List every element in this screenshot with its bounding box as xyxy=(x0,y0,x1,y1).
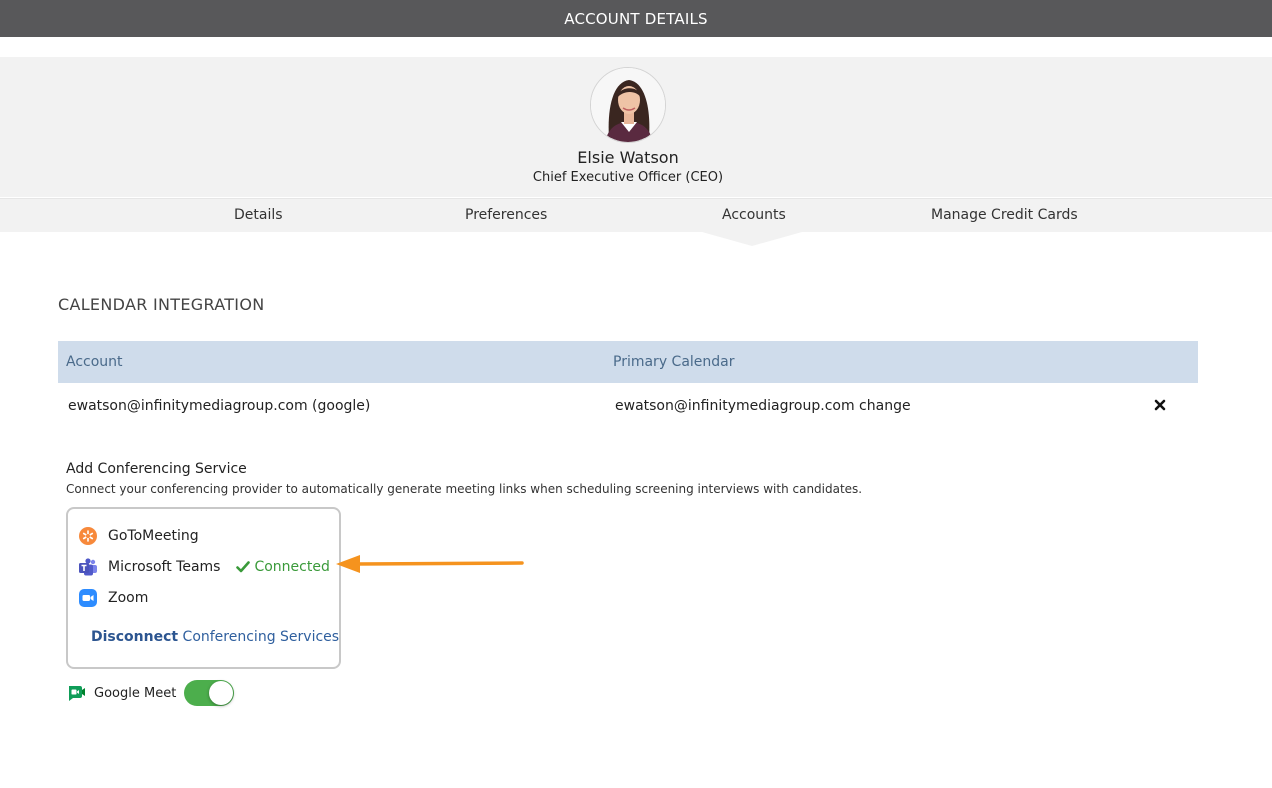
service-gotomeeting[interactable]: GoToMeeting xyxy=(78,525,199,547)
tab-manage-credit-cards[interactable]: Manage Credit Cards xyxy=(931,207,1078,223)
google-meet-icon xyxy=(66,683,86,703)
column-header-primary-calendar: Primary Calendar xyxy=(613,354,735,370)
page-title: ACCOUNT DETAILS xyxy=(564,9,708,28)
table-row: ewatson@infinitymediagroup.com (google) … xyxy=(58,384,1198,430)
toggle-knob xyxy=(209,681,233,705)
arrow-annotation-icon xyxy=(336,555,524,573)
service-label: Microsoft Teams xyxy=(108,559,221,575)
account-cell: ewatson@infinitymediagroup.com (google) xyxy=(68,398,371,414)
connected-label: Connected xyxy=(254,559,330,575)
service-microsoft-teams[interactable]: Microsoft Teams Connected xyxy=(78,556,330,578)
profile-panel: Elsie Watson Chief Executive Officer (CE… xyxy=(0,57,1272,197)
active-tab-indicator xyxy=(702,232,802,246)
microsoft-teams-icon xyxy=(78,557,98,577)
tab-accounts[interactable]: Accounts xyxy=(722,207,786,223)
service-label: GoToMeeting xyxy=(108,528,199,544)
section-title: CALENDAR INTEGRATION xyxy=(58,295,265,314)
service-label: Zoom xyxy=(108,590,149,606)
gotomeeting-icon xyxy=(78,526,98,546)
conferencing-services-box: GoToMeeting Microsoft Teams Connected Zo… xyxy=(66,507,341,669)
column-header-account: Account xyxy=(66,354,123,370)
google-meet-row: Google Meet xyxy=(66,681,176,705)
tab-bar: Details Preferences Accounts Manage Cred… xyxy=(0,198,1272,232)
conferencing-description: Connect your conferencing provider to au… xyxy=(66,482,863,496)
disconnect-conferencing-link[interactable]: Disconnect Conferencing Services xyxy=(91,629,339,645)
profile-name: Elsie Watson xyxy=(577,148,679,167)
conferencing-title: Add Conferencing Service xyxy=(66,461,247,477)
profile-role: Chief Executive Officer (CEO) xyxy=(532,170,724,185)
google-meet-label: Google Meet xyxy=(94,685,177,701)
zoom-icon xyxy=(78,588,98,608)
page-header: ACCOUNT DETAILS xyxy=(0,0,1272,37)
connected-status: Connected xyxy=(236,559,330,575)
tab-details[interactable]: Details xyxy=(234,207,283,223)
disconnect-rest-text: Conferencing Services xyxy=(178,629,340,645)
table-header: Account Primary Calendar xyxy=(58,341,1198,383)
primary-calendar-cell[interactable]: ewatson@infinitymediagroup.com change xyxy=(615,398,911,414)
avatar xyxy=(590,67,666,143)
disconnect-bold-text: Disconnect xyxy=(91,629,179,645)
google-meet-toggle[interactable] xyxy=(184,680,234,706)
service-zoom[interactable]: Zoom xyxy=(78,587,148,609)
checkmark-icon xyxy=(236,561,251,573)
close-icon[interactable] xyxy=(1152,397,1168,413)
tab-preferences[interactable]: Preferences xyxy=(465,207,547,223)
